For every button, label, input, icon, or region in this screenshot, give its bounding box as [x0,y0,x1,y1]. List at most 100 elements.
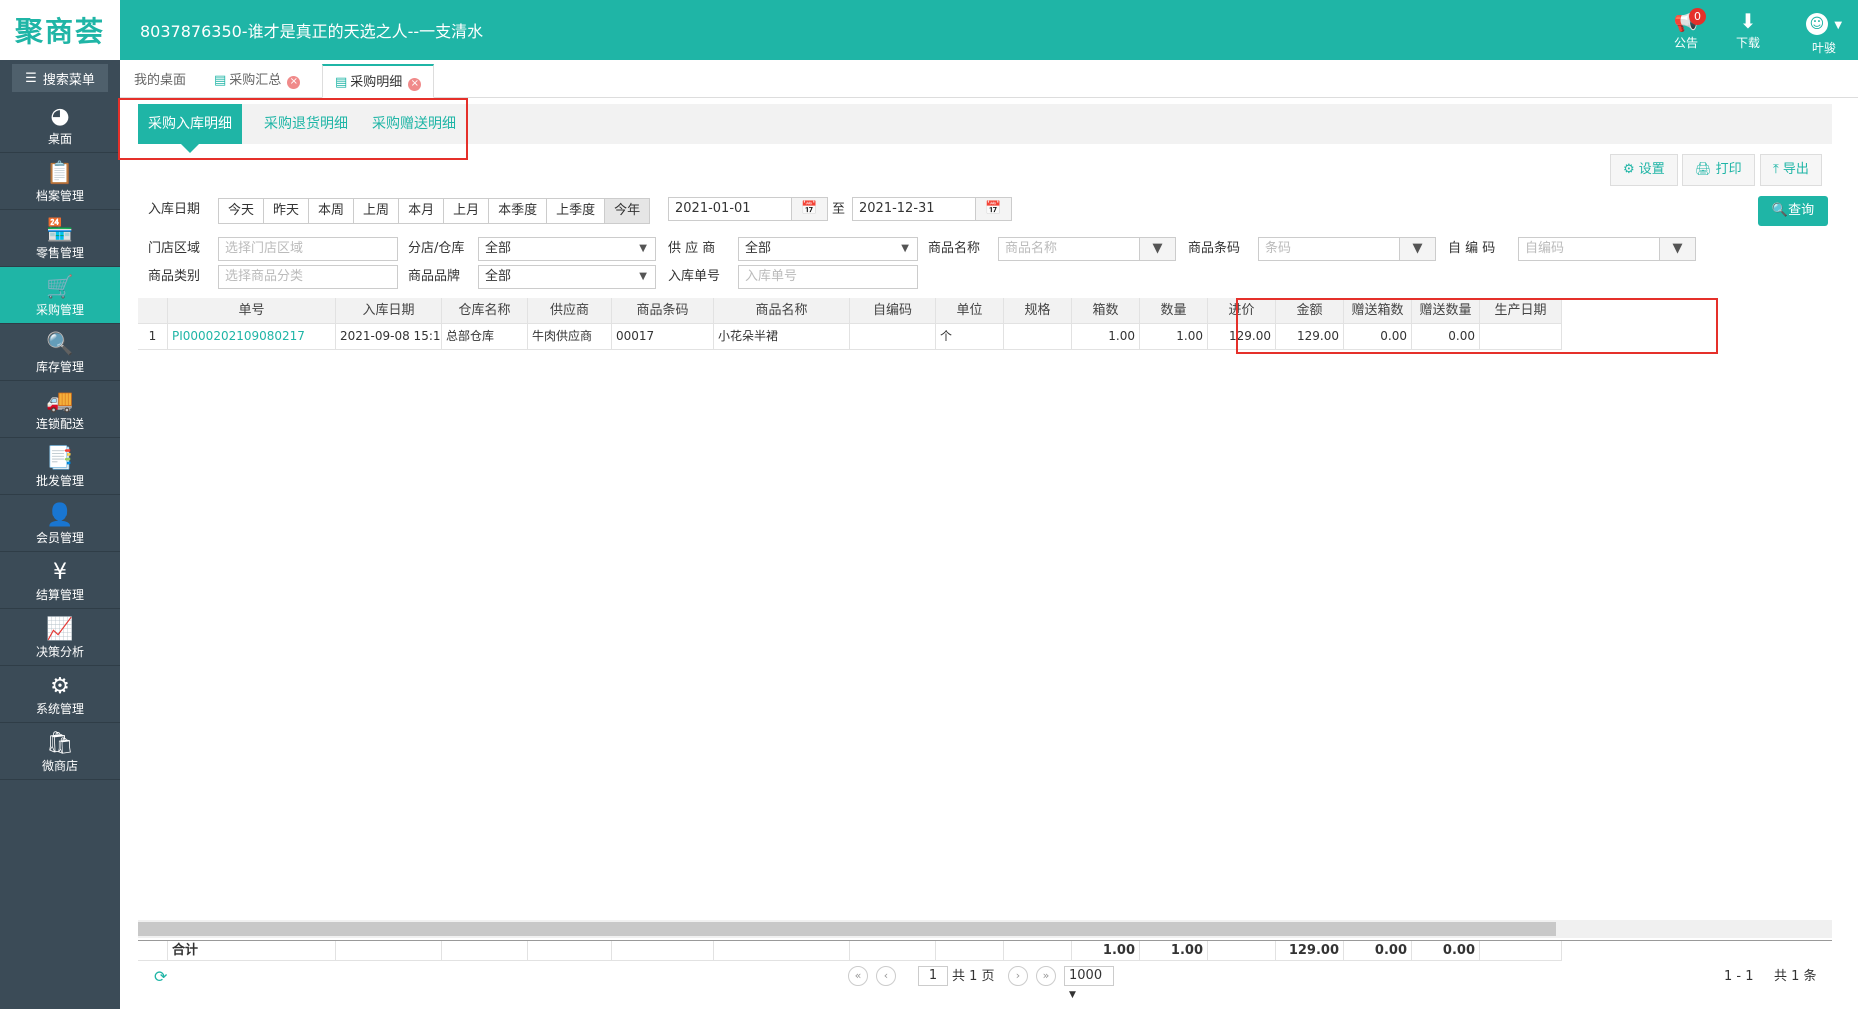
filter-list-icon: ☰ [25,70,37,86]
notice-button[interactable]: 📢 0 公告 [1664,8,1708,52]
quick-date-yesterday[interactable]: 昨天 [264,199,310,223]
tab-desktop[interactable]: 我的桌面 [122,64,198,98]
calendar-icon[interactable]: 📅 [791,198,827,220]
date-from-input[interactable]: 2021-01-01 📅 [668,197,828,221]
column-header-11[interactable]: 数量 [1140,298,1208,324]
table-cell-13: 129.00 [1276,941,1344,961]
sidebar-item-archive[interactable]: 📋 档案管理 [0,153,120,210]
chevron-down-icon: ▼ [1069,990,1076,1000]
quick-date-today[interactable]: 今天 [219,199,265,223]
close-icon[interactable]: × [408,78,422,91]
sidebar-item-purchase[interactable]: 🛒 采购管理 [0,267,120,324]
column-header-2[interactable]: 入库日期 [336,298,442,324]
category-input[interactable]: 选择商品分类 [218,265,398,289]
region-input[interactable]: 选择门店区域 [218,237,398,261]
supplier-select[interactable]: 全部 ▼ [738,237,918,261]
app-logo[interactable]: 聚商荟 [0,0,120,60]
search-icon: 🔍 [1771,203,1789,218]
horizontal-scrollbar[interactable] [138,920,1832,938]
tab-purchase-detail[interactable]: ▤ 采购明细 × [322,64,435,98]
quick-date-this-quarter[interactable]: 本季度 [489,199,548,223]
inbound-no-label: 入库单号 [668,269,721,284]
table-cell-0 [138,941,168,961]
search-menu-button[interactable]: ☰ 搜索菜单 [12,64,108,92]
column-header-0[interactable] [138,298,168,324]
brand-label: 商品品牌 [408,269,461,284]
wholesale-icon: 📑 [46,446,74,471]
brand-select[interactable]: 全部 ▼ [478,265,656,289]
table-cell-9 [1004,941,1072,961]
prev-page-icon[interactable]: ‹ [876,966,896,986]
date-range-separator: 至 [832,202,846,217]
page-size-select[interactable]: 1000 ▼ [1064,966,1114,1000]
scrollbar-thumb[interactable] [138,922,1556,936]
avatar: ☺ [1805,13,1828,35]
column-header-8[interactable]: 单位 [936,298,1004,324]
download-icon: ⬇ [1739,9,1757,33]
filter-icon[interactable]: ▼ [1659,238,1695,260]
print-button[interactable]: 🖨 打印 [1682,154,1755,186]
column-header-10[interactable]: 箱数 [1072,298,1140,324]
settings-button[interactable]: ⚙ 设置 [1610,154,1678,186]
sidebar-item-retail[interactable]: 🏪 零售管理 [0,210,120,267]
table-cell-1[interactable]: PI0000202109080217 [168,324,336,350]
table-cell-7 [850,324,936,350]
barcode-input[interactable]: 条码 ▼ [1258,237,1436,261]
quick-date-this-week[interactable]: 本周 [309,199,355,223]
page-tabbar: 我的桌面 ▤ 采购汇总 × ▤ 采购明细 × [120,60,1858,98]
table-cell-8: 个 [936,324,1004,350]
quick-date-last-quarter[interactable]: 上季度 [547,199,606,223]
column-header-1[interactable]: 单号 [168,298,336,324]
calendar-icon[interactable]: 📅 [975,198,1011,220]
branch-select[interactable]: 全部 ▼ [478,237,656,261]
total-pages: 共 1 页 [952,969,995,984]
tab-purchase-summary[interactable]: ▤ 采购汇总 × [202,64,312,98]
shop-bag-icon: 🛍 [46,731,74,756]
user-menu[interactable]: ☺ ▼ 叶骏 [1792,8,1856,55]
export-icon: ⤒ [1773,162,1779,177]
sidebar-item-settlement[interactable]: ¥ 结算管理 [0,552,120,609]
column-header-4[interactable]: 供应商 [528,298,612,324]
sidebar-item-wholesale[interactable]: 📑 批发管理 [0,438,120,495]
quick-date-this-month[interactable]: 本月 [399,199,445,223]
table-cell-15: 0.00 [1412,941,1480,961]
table-cell-12 [1208,941,1276,961]
query-button[interactable]: 🔍查询 [1758,196,1828,226]
sidebar-item-analysis[interactable]: 📈 决策分析 [0,609,120,666]
date-to-input[interactable]: 2021-12-31 📅 [852,197,1012,221]
sidebar-item-system[interactable]: ⚙ 系统管理 [0,666,120,723]
quick-date-this-year[interactable]: 今年 [605,199,650,223]
next-page-icon[interactable]: › [1008,966,1028,986]
page-number-input[interactable]: 1 [918,966,948,986]
quick-date-last-month[interactable]: 上月 [444,199,490,223]
column-header-9[interactable]: 规格 [1004,298,1072,324]
last-page-icon[interactable]: » [1036,966,1056,986]
sidebar-item-member[interactable]: 👤 会员管理 [0,495,120,552]
first-page-icon[interactable]: « [848,966,868,986]
column-header-7[interactable]: 自编码 [850,298,936,324]
filter-icon[interactable]: ▼ [1139,238,1175,260]
filter-icon[interactable]: ▼ [1399,238,1435,260]
table-cell-1[interactable]: 合计 [168,941,336,961]
goods-name-input[interactable]: 商品名称 ▼ [998,237,1176,261]
table-cell-7 [850,941,936,961]
column-header-6[interactable]: 商品名称 [714,298,850,324]
total-count: 共 1 条 [1774,969,1817,984]
sidebar-item-delivery[interactable]: 🚚 连锁配送 [0,381,120,438]
sidebar-item-desktop[interactable]: ◕ 桌面 [0,96,120,153]
document-icon: ▤ [214,73,227,88]
column-header-3[interactable]: 仓库名称 [442,298,528,324]
refresh-icon[interactable]: ⟳ [154,966,167,988]
cart-icon: 🛒 [46,275,74,300]
settlement-icon: ¥ [53,560,67,585]
selfcode-input[interactable]: 自编码 ▼ [1518,237,1696,261]
column-header-5[interactable]: 商品条码 [612,298,714,324]
inbound-no-input[interactable]: 入库单号 [738,265,918,289]
user-name: 叶骏 [1811,41,1836,55]
sidebar-item-microshop[interactable]: 🛍 微商店 [0,723,120,780]
download-button[interactable]: ⬇ 下载 [1726,8,1770,52]
export-button[interactable]: ⤒ 导出 [1760,154,1822,186]
sidebar-item-inventory[interactable]: 🔍 库存管理 [0,324,120,381]
close-icon[interactable]: × [287,76,301,89]
quick-date-last-week[interactable]: 上周 [354,199,400,223]
